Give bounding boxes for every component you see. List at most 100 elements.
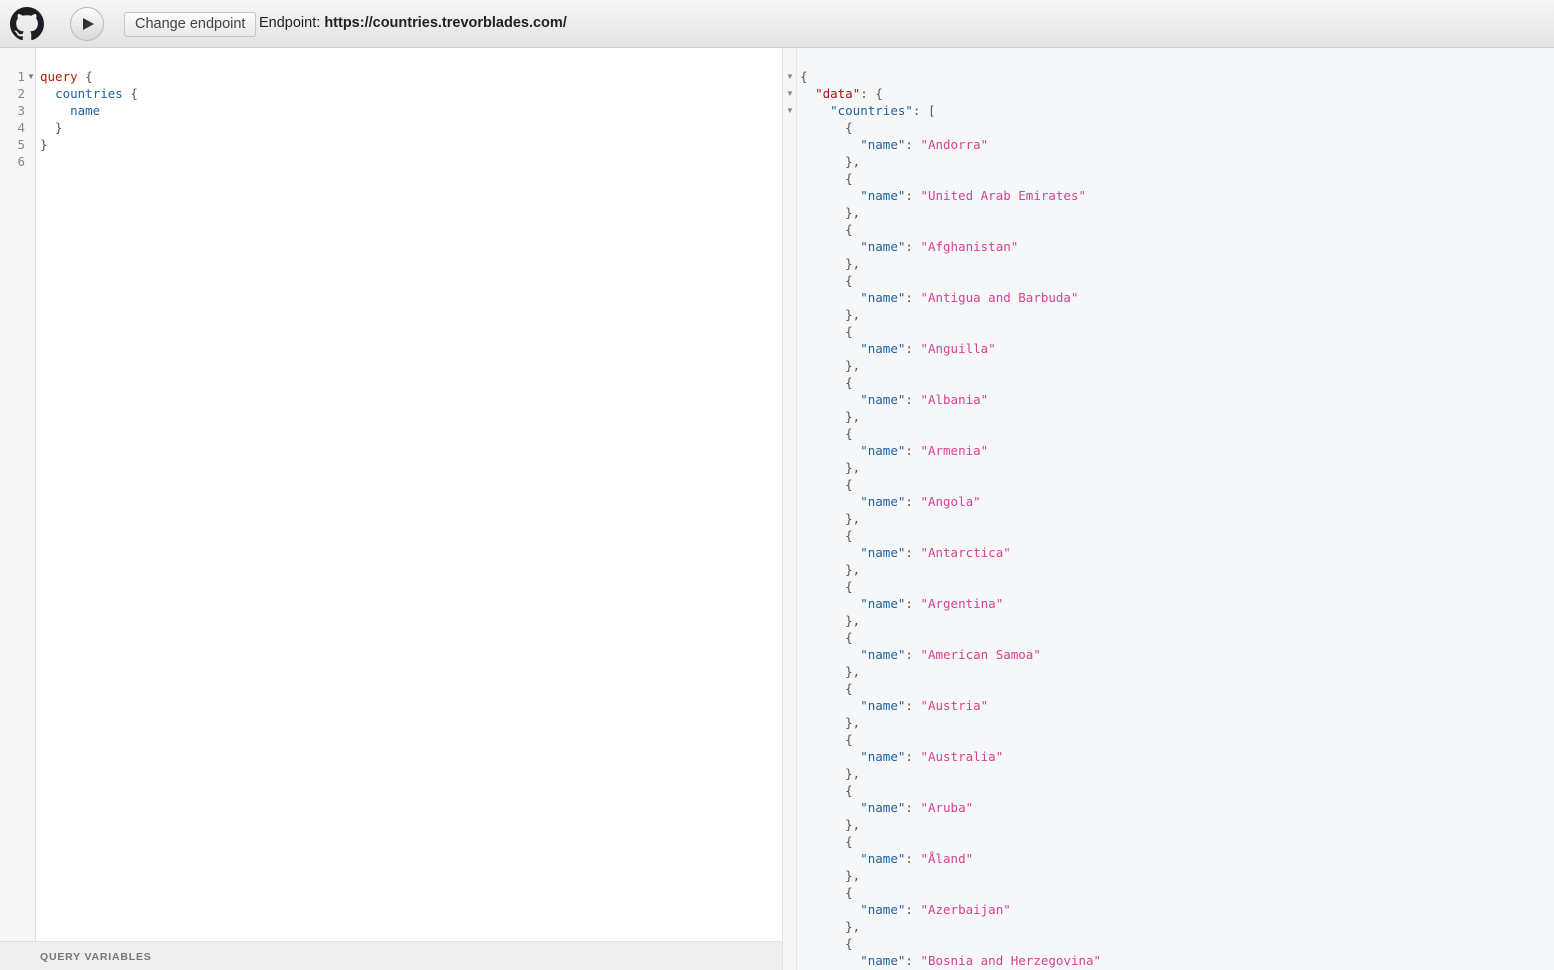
- line-number: 3: [17, 103, 25, 118]
- result-line: },: [800, 868, 861, 883]
- result-line: {: [800, 477, 853, 492]
- result-line: },: [800, 715, 861, 730]
- country-name: Andorra: [927, 137, 981, 152]
- query-variables-toggle[interactable]: QUERY VARIABLES: [0, 941, 782, 970]
- country-entry: "name": "Albania": [860, 392, 989, 407]
- name-key: "name": [860, 647, 906, 662]
- result-line: },: [800, 766, 861, 781]
- result-line: {: [800, 732, 853, 747]
- country-entry: "name": "Argentina": [860, 596, 1004, 611]
- query-keyword: query: [40, 69, 78, 84]
- result-line: },: [800, 562, 861, 577]
- result-line: {: [800, 120, 853, 135]
- result-line: },: [800, 409, 861, 424]
- name-key: "name": [860, 800, 906, 815]
- name-key: "name": [860, 239, 906, 254]
- country-entry: "name": "American Samoa": [860, 647, 1041, 662]
- result-line: "countries": [: [830, 103, 936, 118]
- name-key: "name": [860, 341, 906, 356]
- country-name: Albania: [927, 392, 981, 407]
- country-name: Armenia: [927, 443, 981, 458]
- country-name: Antigua and Barbuda: [927, 290, 1071, 305]
- country-entry: "name": "Armenia": [860, 443, 989, 458]
- country-name: Bosnia and Herzegovina: [927, 953, 1094, 968]
- result-line: {: [800, 579, 853, 594]
- country-name: Åland: [927, 851, 966, 866]
- result-line: },: [800, 358, 861, 373]
- country-entry: "name": "Afghanistan": [860, 239, 1019, 254]
- country-entry: "name": "Anguilla": [860, 341, 996, 356]
- fold-arrow-icon[interactable]: ▼: [786, 68, 794, 85]
- field-countries: countries: [55, 86, 123, 101]
- data-key: "data": [815, 86, 861, 101]
- query-editor[interactable]: 1 ▼ 2 3 4 5 6 query { countries { name }…: [0, 48, 783, 970]
- result-gutter: ▼ ▼ ▼: [783, 48, 797, 970]
- country-entry: "name": "Åland": [860, 851, 974, 866]
- country-entry: "name": "Antigua and Barbuda": [860, 290, 1079, 305]
- name-key: "name": [860, 596, 906, 611]
- github-icon[interactable]: [10, 7, 44, 41]
- country-name: Anguilla: [927, 341, 989, 356]
- result-line: },: [800, 460, 861, 475]
- country-entry: "name": "Angola": [860, 494, 981, 509]
- line-number: 4: [17, 120, 25, 135]
- name-key: "name": [860, 188, 906, 203]
- result-line: {: [800, 528, 853, 543]
- play-icon: [83, 18, 94, 30]
- result-line: {: [800, 171, 853, 186]
- country-entry: "name": "Austria": [860, 698, 989, 713]
- result-line: {: [800, 222, 853, 237]
- result-line: },: [800, 256, 861, 271]
- run-query-button[interactable]: [70, 7, 104, 41]
- name-key: "name": [860, 749, 906, 764]
- name-key: "name": [860, 545, 906, 560]
- country-list: { "name": "Andorra" }, { "name": "United…: [800, 119, 1101, 970]
- country-entry: "name": "United Arab Emirates": [860, 188, 1087, 203]
- country-name: Argentina: [927, 596, 996, 611]
- country-name: Azerbaijan: [927, 902, 1004, 917]
- result-line: },: [800, 664, 861, 679]
- query-code[interactable]: query { countries { name } }: [40, 68, 138, 153]
- name-key: "name": [860, 953, 906, 968]
- country-name: American Samoa: [927, 647, 1034, 662]
- country-name: Australia: [927, 749, 996, 764]
- country-entry: "name": "Andorra": [860, 137, 989, 152]
- name-key: "name": [860, 443, 906, 458]
- name-key: "name": [860, 392, 906, 407]
- result-line: {: [800, 630, 853, 645]
- result-line: {: [800, 273, 853, 288]
- name-key: "name": [860, 290, 906, 305]
- line-number-gutter: 1 ▼ 2 3 4 5 6: [0, 48, 36, 941]
- country-entry: "name": "Australia": [860, 749, 1004, 764]
- result-line: },: [800, 817, 861, 832]
- name-key: "name": [860, 494, 906, 509]
- name-key: "name": [860, 902, 906, 917]
- result-json: { "data": { "countries": [ { "name": "An…: [800, 68, 1101, 970]
- country-name: Antarctica: [927, 545, 1004, 560]
- country-entry: "name": "Aruba": [860, 800, 974, 815]
- fold-arrow-icon[interactable]: ▼: [27, 68, 35, 85]
- country-name: Angola: [927, 494, 974, 509]
- result-line: },: [800, 307, 861, 322]
- line-number: 5: [17, 137, 25, 152]
- country-name: United Arab Emirates: [927, 188, 1079, 203]
- result-viewer: ▼ ▼ ▼ { "data": { "countries": [ { "name…: [783, 48, 1554, 970]
- result-line: {: [800, 426, 853, 441]
- endpoint-prefix: Endpoint:: [259, 15, 321, 31]
- name-key: "name": [860, 137, 906, 152]
- countries-key: "countries": [830, 103, 913, 118]
- result-line: {: [800, 681, 853, 696]
- result-line: },: [800, 613, 861, 628]
- change-endpoint-button[interactable]: Change endpoint: [124, 12, 257, 37]
- fold-arrow-icon[interactable]: ▼: [786, 102, 794, 119]
- name-key: "name": [860, 851, 906, 866]
- name-key: "name": [860, 698, 906, 713]
- line-number: 6: [17, 154, 25, 169]
- fold-arrow-icon[interactable]: ▼: [786, 85, 794, 102]
- endpoint-url: https://countries.trevorblades.com/: [324, 15, 567, 31]
- result-line: {: [800, 324, 853, 339]
- result-line: {: [800, 885, 853, 900]
- result-line: },: [800, 919, 861, 934]
- result-line: {: [800, 375, 853, 390]
- field-name: name: [70, 103, 101, 118]
